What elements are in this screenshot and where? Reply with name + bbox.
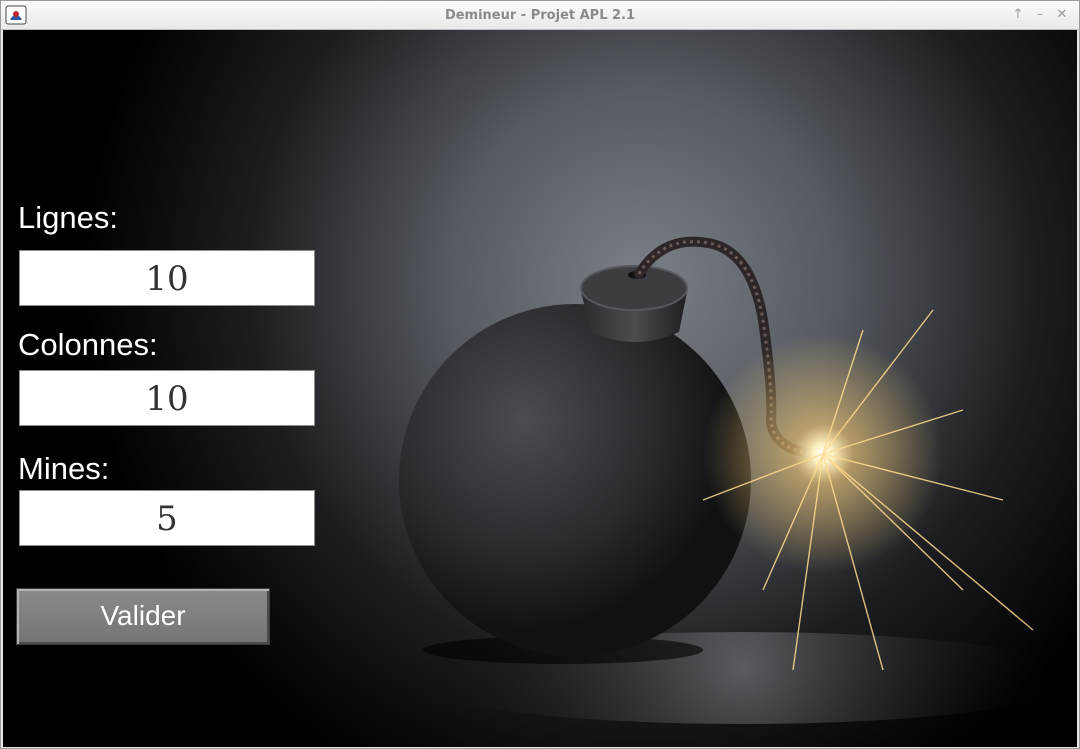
window-title: Demineur - Projet APL 2.1 <box>444 8 636 23</box>
minimize-button[interactable]: – <box>1031 6 1049 24</box>
app-window: Demineur - Projet APL 2.1 ↑ – ✕ Lignes: … <box>0 0 1080 749</box>
mines-input[interactable]: 5 <box>19 490 315 546</box>
main-panel: Lignes: 10 Colonnes: 10 Mines: 5 Valider <box>3 30 1077 747</box>
maximize-button[interactable]: ↑ <box>1009 6 1027 24</box>
rows-label: Lignes: <box>18 200 118 235</box>
validate-button[interactable]: Valider <box>16 588 270 645</box>
mines-label: Mines: <box>18 451 110 486</box>
columns-label: Colonnes: <box>18 327 158 362</box>
title-bar[interactable]: Demineur - Projet APL 2.1 ↑ – ✕ <box>1 1 1079 30</box>
rows-input[interactable]: 10 <box>19 250 315 306</box>
close-button[interactable]: ✕ <box>1053 6 1071 24</box>
columns-input[interactable]: 10 <box>19 370 315 426</box>
